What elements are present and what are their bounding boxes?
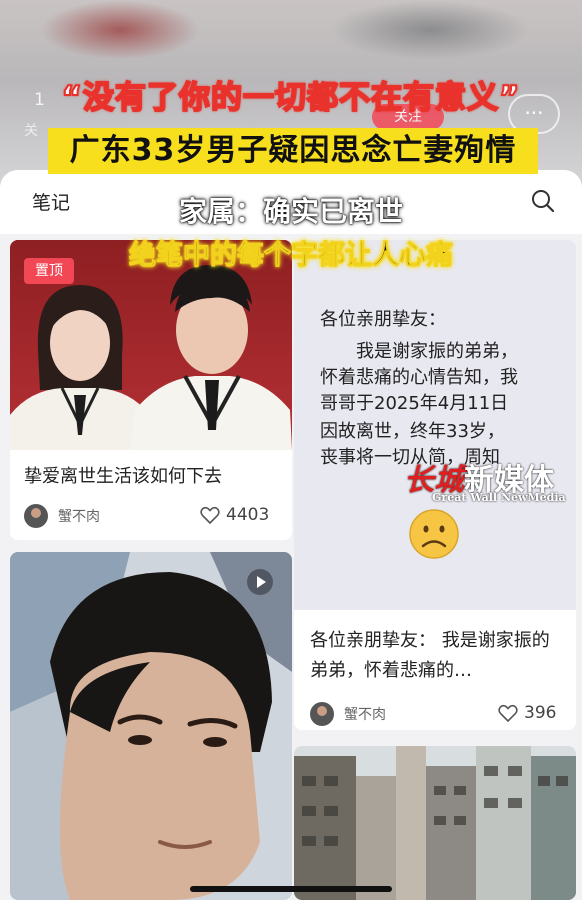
post-card-video[interactable] xyxy=(10,552,292,900)
watermark-logo: 长城新媒体 Great Wall NewMedia xyxy=(400,455,570,510)
background-blur xyxy=(40,0,200,60)
notice-line: 各位亲朋挚友： xyxy=(320,309,446,330)
like-count: 4403 xyxy=(226,505,270,525)
headline-quote: “没有了你的一切都不在有意义” xyxy=(61,79,521,117)
post-card-pinned[interactable]: 挚爱离世生活该如何下去 蟹不肉 4403 xyxy=(10,240,292,540)
headline-subtitle: 家属：确实已离世 xyxy=(178,195,403,228)
notice-line: 哥哥于2025年4月11日 xyxy=(320,393,509,414)
home-indicator[interactable] xyxy=(190,886,392,892)
heart-icon xyxy=(498,704,518,722)
post-author[interactable]: 蟹不肉 xyxy=(310,702,386,726)
post-card-street[interactable] xyxy=(294,746,576,900)
headline-caption: 绝笔中的每个字都让人心痛 xyxy=(129,240,454,272)
background-blur xyxy=(330,0,530,60)
heart-icon xyxy=(200,506,220,524)
headline-title: 广东33岁男子疑因思念亡妻殉情 xyxy=(48,128,538,174)
video-play-icon xyxy=(247,569,273,595)
like-button[interactable]: 4403 xyxy=(200,505,269,525)
background-label: 关 xyxy=(24,123,38,139)
notice-line: 怀着悲痛的心情告知，我 xyxy=(320,367,518,388)
post-title: 挚爱离世生活该如何下去 xyxy=(24,466,222,487)
author-name: 蟹不肉 xyxy=(344,707,386,723)
like-count: 396 xyxy=(524,703,557,723)
notice-line: 我是谢家振的弟弟， xyxy=(320,341,518,362)
sad-face-emoji-icon xyxy=(409,509,459,559)
like-button[interactable]: 396 xyxy=(498,703,556,723)
post-title: 各位亲朋挚友： 我是谢家振的弟弟，怀着悲痛的… xyxy=(310,630,550,681)
avatar xyxy=(310,702,334,726)
post-author[interactable]: 蟹不肉 xyxy=(24,504,100,528)
watermark-en: Great Wall NewMedia xyxy=(432,491,566,504)
author-name: 蟹不肉 xyxy=(58,509,100,525)
post-cover-image xyxy=(10,552,292,900)
post-cover-image xyxy=(294,746,576,900)
notice-line: 因故离世，终年33岁， xyxy=(320,421,505,442)
avatar xyxy=(24,504,48,528)
